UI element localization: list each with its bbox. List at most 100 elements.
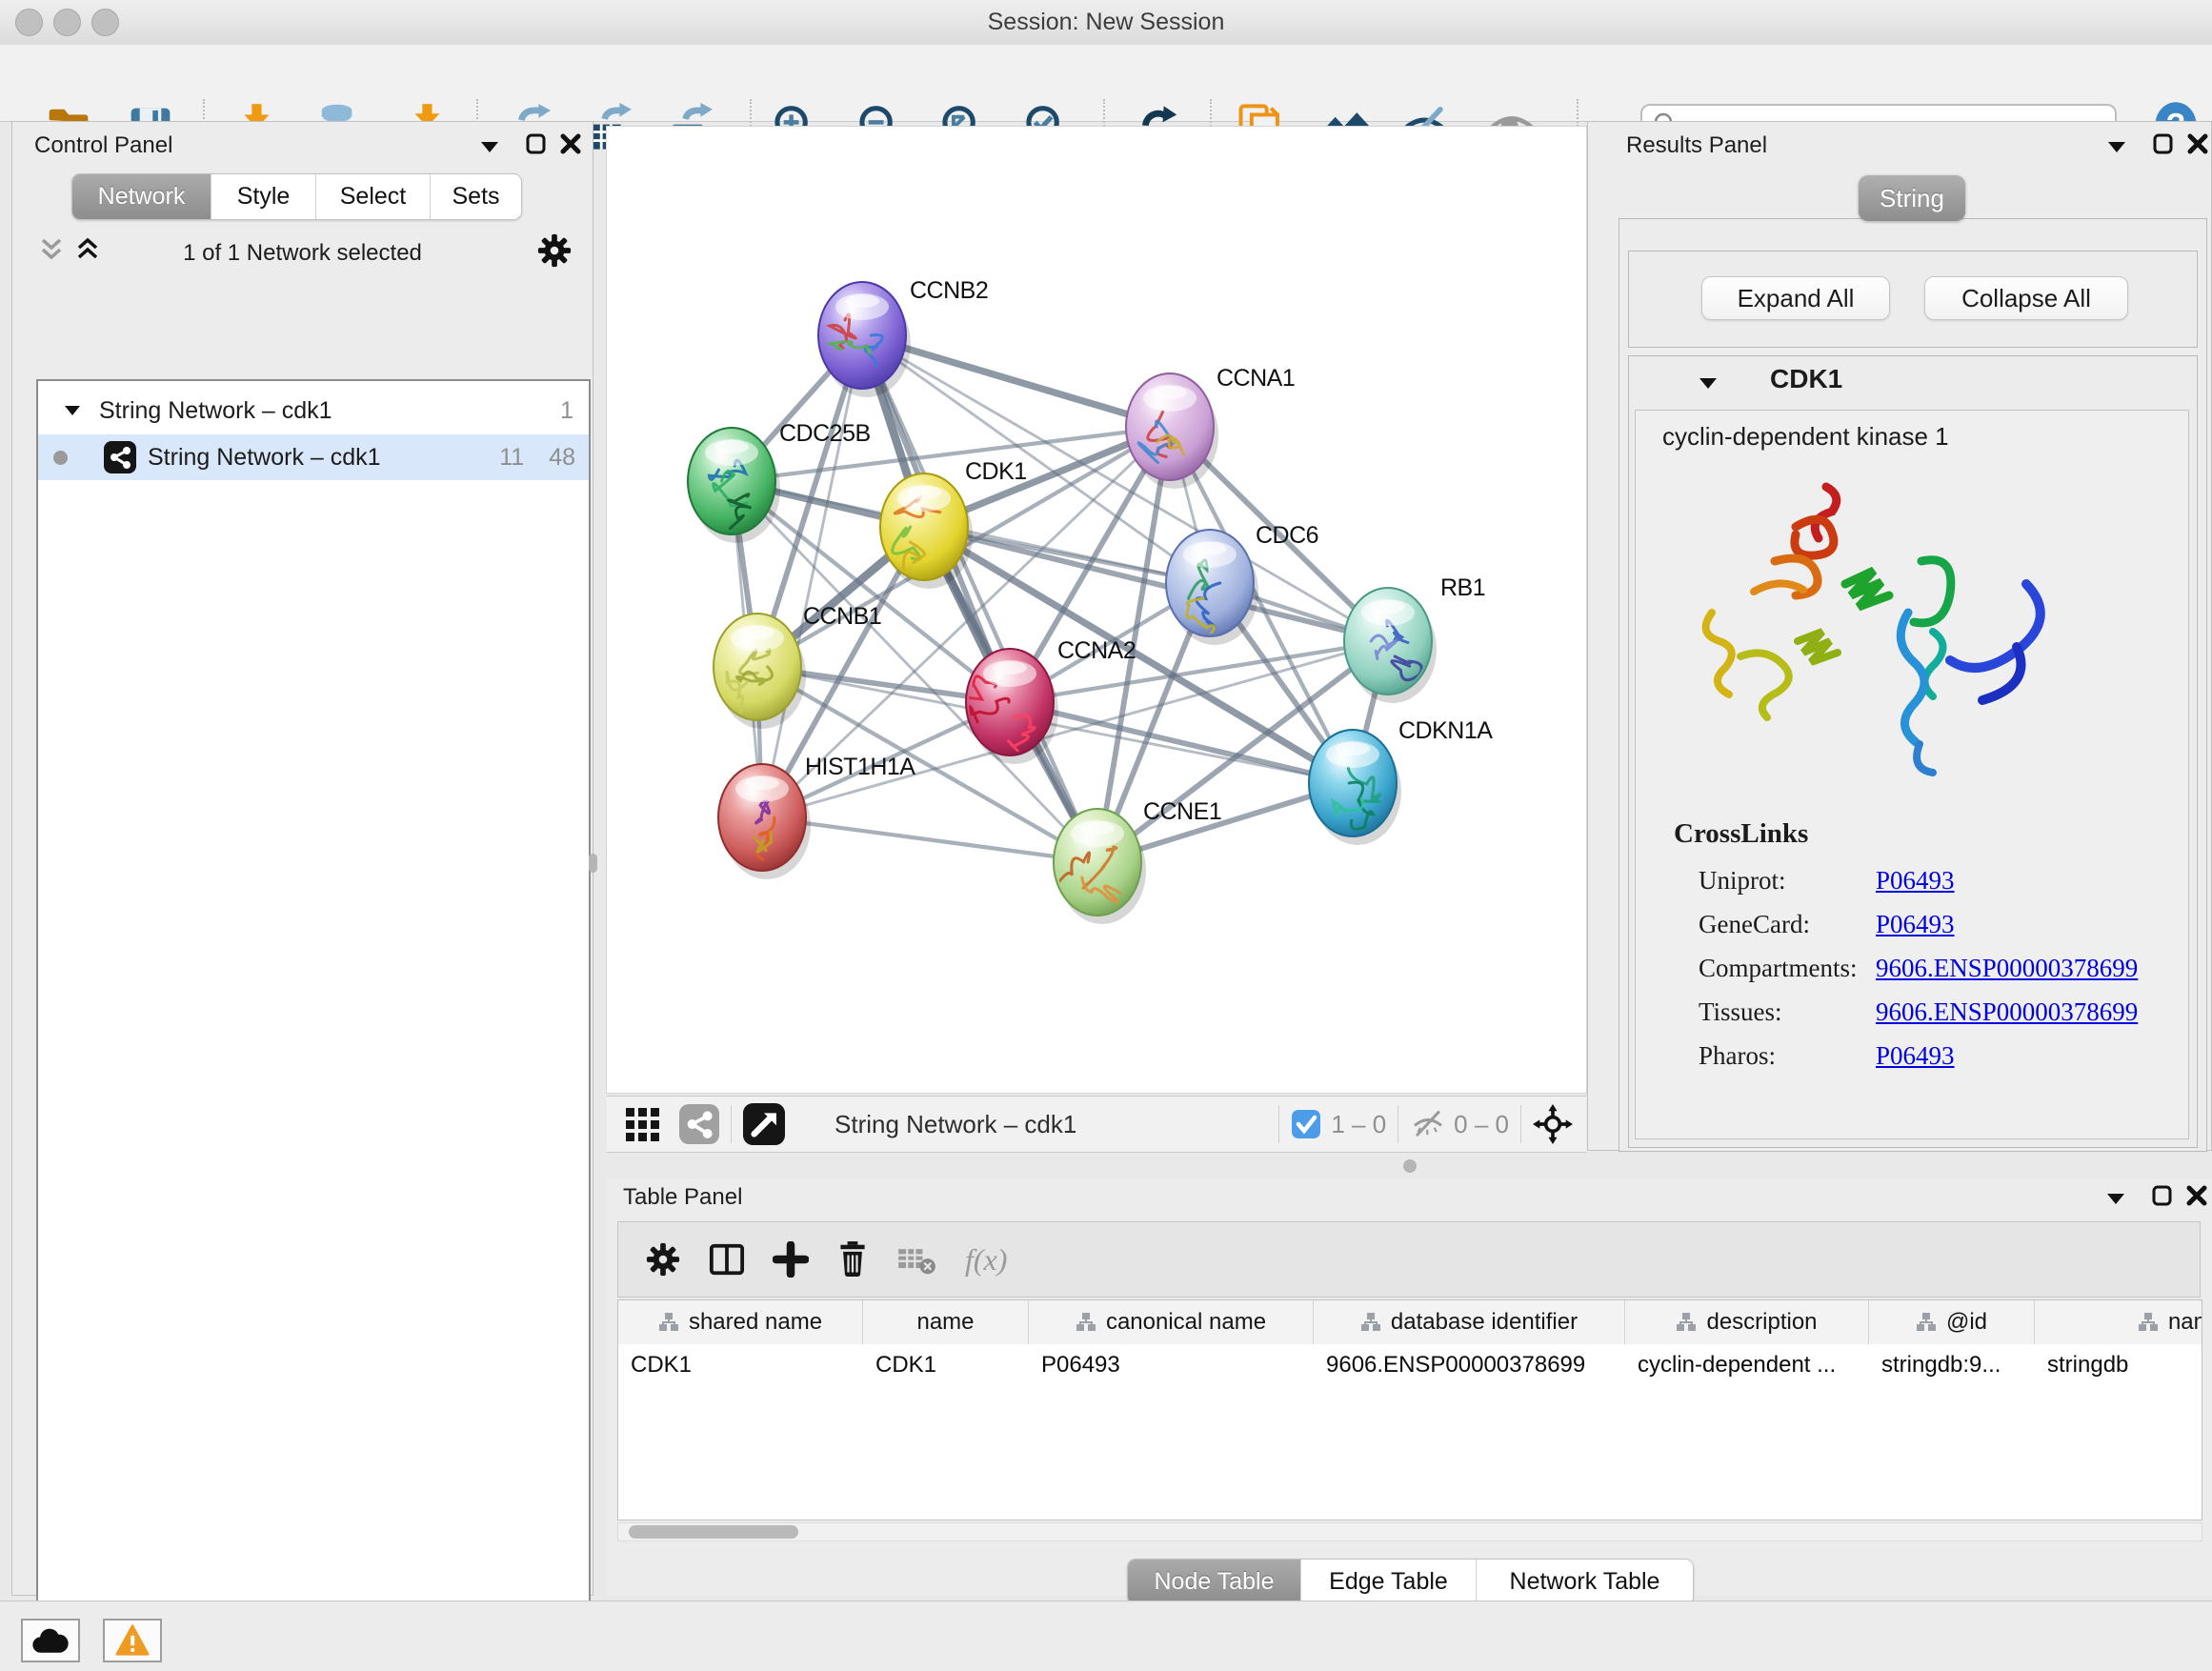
tab-sets[interactable]: Sets — [431, 174, 521, 219]
tab-network-table[interactable]: Network Table — [1477, 1560, 1693, 1604]
column-header-label: database identifier — [1391, 1309, 1578, 1336]
horizontal-splitter-handle[interactable] — [1403, 1159, 1417, 1173]
network-collection-label: String Network – cdk1 — [99, 397, 332, 425]
gene-name-heading: CDK1 — [1770, 364, 1842, 394]
gear-icon[interactable] — [536, 232, 573, 269]
fit-content-crosshair-icon[interactable] — [1533, 1104, 1573, 1144]
node-label-CDC25B: CDC25B — [779, 420, 871, 447]
cell-name: CDK1 — [863, 1344, 1029, 1386]
network-edge-CCNB2-CCNE1[interactable] — [862, 335, 1097, 862]
tab-network[interactable]: Network — [72, 174, 211, 219]
show-columns-icon[interactable] — [708, 1241, 746, 1278]
panel-menu-icon[interactable] — [479, 139, 500, 154]
network-view-toolbar: String Network – cdk1 1 – 0 0 – 0 — [607, 1096, 1586, 1153]
node-label-CDC6: CDC6 — [1256, 522, 1318, 549]
crosslink-link[interactable]: P06493 — [1876, 910, 1955, 939]
application-window: Session: New Session — [0, 0, 2212, 1671]
expand-all-button[interactable]: Expand All — [1701, 276, 1890, 320]
cell-shared-name: CDK1 — [618, 1344, 863, 1386]
panel-menu-icon[interactable] — [2105, 1191, 2126, 1206]
network-node-CCNB1[interactable]: CCNB1 — [714, 603, 881, 729]
crosslinks-heading: CrossLinks — [1674, 818, 1808, 850]
table-toolbar: f(x) — [617, 1221, 2201, 1298]
cell-canonical-name: P06493 — [1029, 1344, 1314, 1386]
column-header-label: @id — [1946, 1309, 1987, 1336]
column-header[interactable]: name — [863, 1300, 1029, 1344]
network-edge-CCNB2-HIST1H1A[interactable] — [762, 335, 862, 817]
network-node-CCNE1[interactable]: CCNE1 — [1054, 798, 1221, 924]
collection-count: 1 — [560, 397, 573, 425]
crosslink-link[interactable]: P06493 — [1876, 1041, 1955, 1071]
panel-float-icon[interactable] — [2152, 132, 2175, 155]
network-node-CDC25B[interactable]: CDC25B — [688, 420, 871, 543]
table-row[interactable]: CDK1 CDK1 P06493 9606.ENSP00000378699 cy… — [618, 1344, 2202, 1386]
tab-string[interactable]: String — [1859, 175, 1965, 221]
hidden-eye-slash-icon[interactable] — [1410, 1108, 1446, 1140]
delete-table-icon[interactable] — [896, 1242, 938, 1277]
cell-namespace: stringdb — [2035, 1344, 2202, 1386]
add-column-icon[interactable] — [773, 1241, 809, 1278]
crosslink-label: GeneCard: — [1699, 910, 1810, 939]
panel-close-icon[interactable] — [2186, 132, 2209, 155]
tab-select[interactable]: Select — [316, 174, 431, 219]
column-header-label: canonical name — [1106, 1309, 1266, 1336]
grid-view-icon[interactable] — [622, 1102, 666, 1146]
network-node-RB1[interactable]: RB1 — [1344, 574, 1485, 703]
panel-float-icon[interactable] — [525, 132, 548, 155]
crosslink-link[interactable]: 9606.ENSP00000378699 — [1876, 954, 2138, 983]
column-header[interactable]: description — [1625, 1300, 1869, 1344]
network-column-icon — [1676, 1312, 1697, 1333]
panel-close-icon[interactable] — [559, 132, 582, 155]
toolbar-separator — [1278, 1105, 1279, 1143]
panel-menu-icon[interactable] — [2106, 139, 2127, 154]
warnings-button[interactable] — [103, 1619, 162, 1662]
table-tabs: Node Table Edge Table Network Table — [1127, 1559, 1694, 1605]
table-horizontal-scrollbar[interactable] — [617, 1522, 2202, 1541]
table-panel-title: Table Panel — [623, 1184, 742, 1211]
node-label-RB1: RB1 — [1440, 574, 1485, 601]
network-node-CCNA2[interactable]: CCNA2 — [963, 637, 1136, 764]
network-node-CDKN1A[interactable]: CDKN1A — [1309, 717, 1493, 845]
vertical-splitter-handle[interactable] — [589, 854, 597, 873]
crosslink-link[interactable]: 9606.ENSP00000378699 — [1876, 997, 2138, 1027]
tab-node-table[interactable]: Node Table — [1128, 1560, 1301, 1604]
control-panel-title: Control Panel — [34, 132, 172, 159]
cloud-status-button[interactable] — [21, 1619, 80, 1662]
network-node-CCNB2[interactable]: CCNB2 — [818, 277, 988, 397]
scrollbar-thumb[interactable] — [629, 1525, 798, 1539]
column-header[interactable]: shared name — [618, 1300, 863, 1344]
selected-checkbox-icon[interactable] — [1291, 1109, 1321, 1139]
network-graph: CCNB2CCNA1CDC25BCDK1CDC6RB1CCNB1CCNA2CDK… — [607, 127, 1586, 1093]
table-header-row: shared name name canonical name database… — [618, 1300, 2202, 1345]
trash-icon[interactable] — [835, 1240, 870, 1278]
tree-expand-caret-icon[interactable] — [65, 404, 82, 417]
cell-id: stringdb:9... — [1869, 1344, 2035, 1386]
column-header[interactable]: namespace — [2035, 1300, 2202, 1344]
tab-edge-table[interactable]: Edge Table — [1301, 1560, 1477, 1604]
network-row-selected[interactable]: String Network – cdk1 11 48 — [38, 434, 589, 480]
tab-style[interactable]: Style — [211, 174, 316, 219]
node-label-CDK1: CDK1 — [965, 458, 1027, 485]
column-header[interactable]: database identifier — [1314, 1300, 1625, 1344]
crosslink-link[interactable]: P06493 — [1876, 866, 1955, 896]
column-header[interactable]: canonical name — [1029, 1300, 1314, 1344]
window-title: Session: New Session — [0, 9, 2212, 36]
network-node-CDC6[interactable]: CDC6 — [1166, 522, 1318, 645]
network-canvas[interactable]: CCNB2CCNA1CDC25BCDK1CDC6RB1CCNB1CCNA2CDK… — [607, 127, 1586, 1093]
section-collapse-caret-icon[interactable] — [1698, 375, 1719, 391]
node-label-CCNA2: CCNA2 — [1057, 637, 1136, 664]
collapse-all-button[interactable]: Collapse All — [1924, 276, 2128, 320]
cell-description: cyclin-dependent ... — [1625, 1344, 1869, 1386]
network-collection-row[interactable]: String Network – cdk1 1 — [38, 389, 589, 433]
gear-icon[interactable] — [645, 1241, 681, 1278]
birdseye-view-icon[interactable] — [743, 1103, 785, 1145]
panel-close-icon[interactable] — [2185, 1184, 2208, 1207]
network-share-icon[interactable] — [679, 1104, 719, 1144]
panel-float-icon[interactable] — [2151, 1184, 2174, 1207]
network-edge-HIST1H1A-CCNE1[interactable] — [762, 817, 1097, 862]
selected-counts: 1 – 0 — [1331, 1110, 1386, 1139]
column-header[interactable]: @id — [1869, 1300, 2035, 1344]
network-selection-status: 1 of 1 Network selected — [12, 240, 593, 267]
network-node-HIST1H1A[interactable]: HIST1H1A — [718, 754, 915, 879]
function-builder-button[interactable]: f(x) — [965, 1242, 1007, 1278]
